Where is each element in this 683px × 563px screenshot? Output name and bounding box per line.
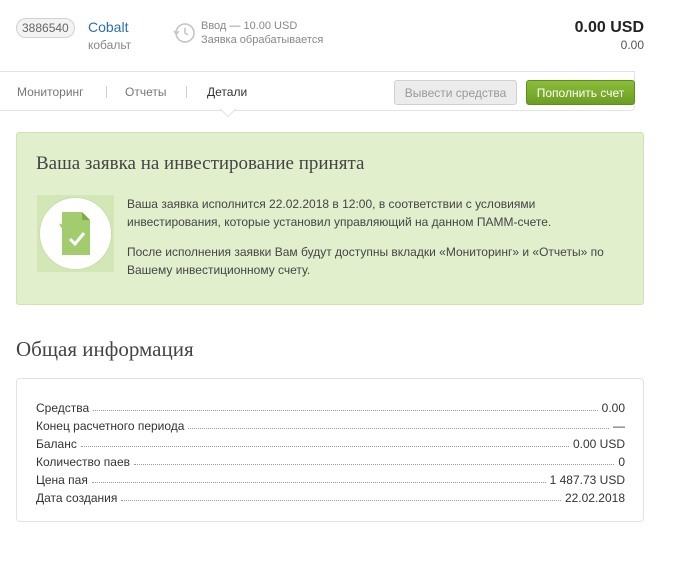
info-row-share-price: Цена пая 1 487.73 USD xyxy=(36,469,625,487)
info-value: 0 xyxy=(618,455,625,469)
info-row-balance: Баланс 0.00 USD xyxy=(36,433,625,451)
notice-icon-box xyxy=(37,195,114,272)
info-row-created-date: Дата создания 22.02.2018 xyxy=(36,487,625,505)
info-label: Дата создания xyxy=(36,491,118,505)
request-amount-text: Ввод — 10.00 USD xyxy=(201,20,298,32)
account-header: 3886540 Cobalt кобальт Ввод — 10.00 USD … xyxy=(0,0,683,70)
balance-amount: 0.00 USD xyxy=(574,19,644,36)
dotted-leader xyxy=(91,482,546,483)
info-label: Цена пая xyxy=(36,473,88,487)
account-name-link[interactable]: Cobalt xyxy=(88,19,128,35)
info-row-funds: Средства 0.00 xyxy=(36,397,625,415)
request-status-text: Заявка обрабатывается xyxy=(201,34,324,46)
info-label: Количество паев xyxy=(36,455,130,469)
balance-secondary: 0.00 xyxy=(620,38,644,52)
notice-icon-circle xyxy=(39,197,112,270)
info-row-shares-count: Количество паев 0 xyxy=(36,451,625,469)
info-row-period-end: Конец расчетного периода — xyxy=(36,415,625,433)
dotted-leader xyxy=(188,428,609,429)
notice-tabs-availability-text: После исполнения заявки Вам будут доступ… xyxy=(127,245,604,277)
dotted-leader xyxy=(134,464,615,465)
info-value: 1 487.73 USD xyxy=(549,473,625,487)
info-value: 0.00 xyxy=(601,401,625,415)
info-label: Конец расчетного периода xyxy=(36,419,185,433)
tab-reports[interactable]: Отчеты xyxy=(125,85,166,99)
account-id-badge: 3886540 xyxy=(16,18,75,38)
dotted-leader xyxy=(121,500,561,501)
active-tab-pointer xyxy=(219,100,237,118)
general-info-title: Общая информация xyxy=(16,337,194,361)
info-value: 22.02.2018 xyxy=(564,491,625,505)
account-nav: Мониторинг Отчеты Детали Вывести средств… xyxy=(0,71,635,118)
general-info-table: Средства 0.00 Конец расчетного периода —… xyxy=(16,378,644,522)
tab-details[interactable]: Детали xyxy=(207,85,247,99)
tab-divider xyxy=(106,86,107,98)
clock-history-icon xyxy=(173,23,195,43)
dotted-leader xyxy=(80,446,569,447)
info-value: — xyxy=(613,419,625,433)
dotted-leader xyxy=(93,410,598,411)
info-label: Баланс xyxy=(36,437,77,451)
deposit-button[interactable]: Пополнить счет xyxy=(526,80,635,105)
account-name-subtitle: кобальт xyxy=(88,38,132,52)
tab-monitoring[interactable]: Мониторинг xyxy=(17,85,84,99)
tab-divider xyxy=(186,86,187,98)
investment-accepted-notice: Ваша заявка на инвестирование принята Ва… xyxy=(16,132,644,305)
info-value: 0.00 USD xyxy=(572,437,625,451)
info-label: Средства xyxy=(36,401,90,415)
document-check-icon xyxy=(59,212,90,255)
notice-title: Ваша заявка на инвестирование принята xyxy=(36,153,365,174)
notice-execution-text: Ваша заявка исполнится 22.02.2018 в 12:0… xyxy=(127,197,552,229)
withdraw-button[interactable]: Вывести средства xyxy=(394,80,517,105)
